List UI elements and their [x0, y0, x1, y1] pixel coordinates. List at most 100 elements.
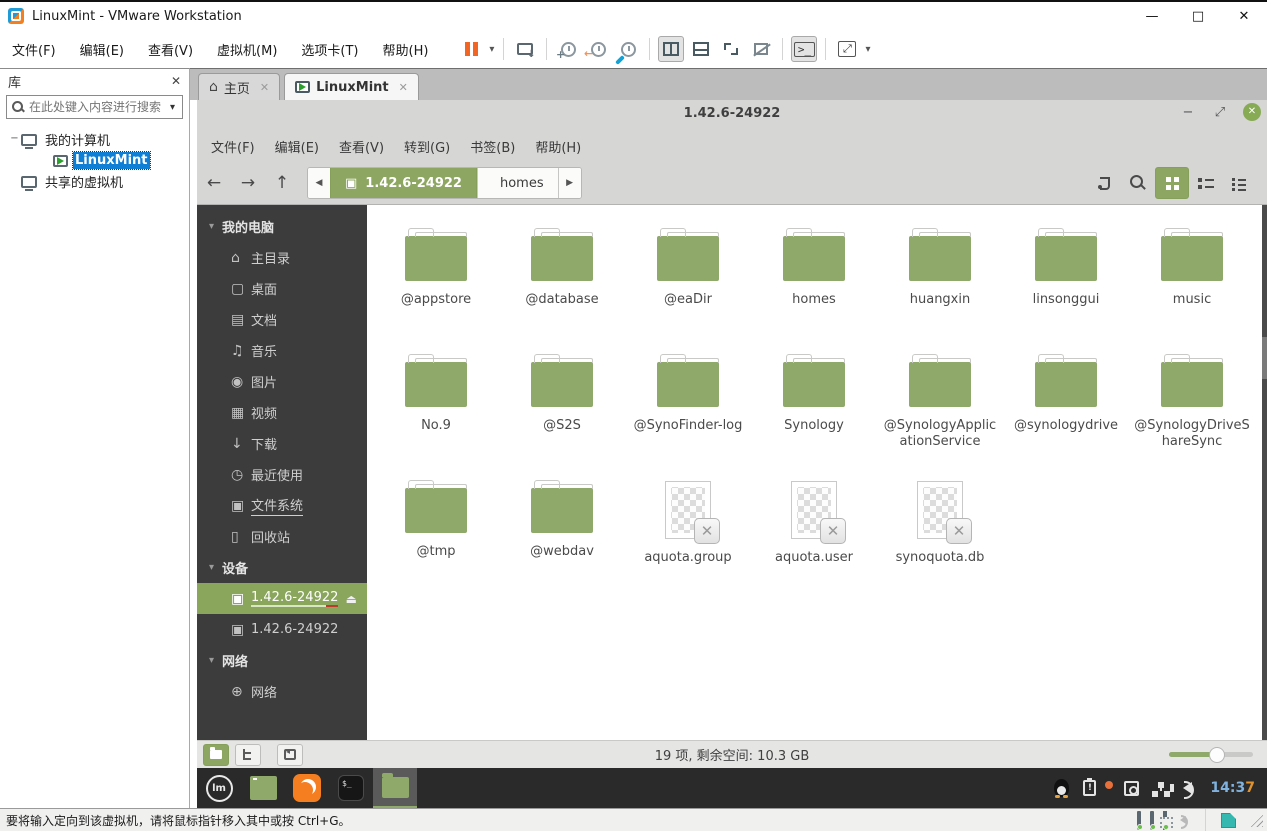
location-entry-button[interactable]	[1087, 167, 1121, 199]
show-thumbnail-bar-button[interactable]	[688, 36, 714, 62]
nemo-sidebar-item[interactable]: ▯ 回收站	[197, 521, 367, 552]
maximize-button[interactable]: □	[1175, 3, 1221, 29]
file-item[interactable]: ✕ linsonggui	[1003, 219, 1129, 345]
minimize-button[interactable]: —	[1129, 3, 1175, 29]
nemo-sidebar-item[interactable]: ▢ 桌面	[197, 273, 367, 304]
nemo-menu-item[interactable]: 书签(B)	[460, 133, 525, 160]
file-item[interactable]: ✕ music	[1129, 219, 1255, 345]
suspend-dropdown[interactable]: ▾	[486, 44, 497, 55]
show-desktop-button[interactable]	[241, 768, 285, 808]
files-window-button[interactable]	[373, 768, 417, 808]
file-item[interactable]: ✕ @SynologyApplicationService	[877, 345, 1003, 471]
nemo-minimize-button[interactable]: −	[1179, 105, 1197, 120]
breadcrumb-prev-button[interactable]: ◀	[308, 168, 330, 198]
file-item[interactable]: ✕ @tmp	[373, 471, 499, 597]
file-item[interactable]: ✕ @database	[499, 219, 625, 345]
removable-media-icon[interactable]	[1124, 781, 1139, 796]
nemo-menu-item[interactable]: 查看(V)	[329, 133, 394, 160]
file-item[interactable]: ✕ @eaDir	[625, 219, 751, 345]
file-pane-scrollbar[interactable]	[1262, 205, 1267, 740]
tab-close-icon[interactable]: ✕	[260, 81, 269, 94]
zoom-slider[interactable]	[1169, 747, 1253, 763]
icon-view-button[interactable]	[1155, 167, 1189, 199]
volume-icon[interactable]	[1183, 782, 1192, 794]
suspend-button[interactable]	[458, 36, 484, 62]
library-search-box[interactable]: ▾	[6, 95, 183, 119]
vmware-menu-item[interactable]: 帮助(H)	[371, 36, 441, 63]
up-button[interactable]: ↑	[265, 168, 299, 198]
nemo-titlebar[interactable]: 1.42.6-24922 − ⤢ ✕	[197, 100, 1267, 130]
nemo-sidebar-item[interactable]: 设备	[197, 552, 367, 583]
file-item[interactable]: ✕ No.9	[373, 345, 499, 471]
file-item[interactable]: ✕ Synology	[751, 345, 877, 471]
file-item[interactable]: ✕ @webdav	[499, 471, 625, 597]
sound-status-icon[interactable]	[1180, 816, 1186, 824]
vmware-tab[interactable]: ⌂ 主页 ✕	[198, 73, 280, 100]
message-log-icon[interactable]	[1221, 813, 1236, 828]
file-item[interactable]: ✕ aquota.group	[625, 471, 751, 597]
file-item[interactable]: ✕ @synologydrive	[1003, 345, 1129, 471]
console-view-button[interactable]: >_	[791, 36, 817, 62]
nemo-sidebar-item[interactable]: 我的电脑	[197, 211, 367, 242]
tab-close-icon[interactable]: ✕	[399, 81, 408, 94]
tree-expander-icon[interactable]: −	[8, 133, 21, 146]
fullscreen-button[interactable]	[718, 36, 744, 62]
forward-button[interactable]: →	[231, 168, 265, 198]
file-item[interactable]: ✕ homes	[751, 219, 877, 345]
clipboard-icon[interactable]: !	[1083, 780, 1096, 796]
file-item[interactable]: ✕ @appstore	[373, 219, 499, 345]
nemo-menu-item[interactable]: 文件(F)	[201, 133, 265, 160]
library-close-button[interactable]: ✕	[171, 74, 181, 88]
tree-expander-icon[interactable]	[40, 154, 53, 167]
stretch-dropdown[interactable]: ▾	[862, 44, 873, 55]
unity-mode-button[interactable]	[748, 36, 774, 62]
vmware-menu-item[interactable]: 编辑(E)	[68, 36, 136, 63]
library-tree-item[interactable]: 共享的虚拟机	[0, 171, 189, 192]
nemo-sidebar-item[interactable]: ⌂ 主目录	[197, 242, 367, 273]
terminal-launcher[interactable]: $_	[329, 768, 373, 808]
nemo-sidebar-item[interactable]: 网络	[197, 645, 367, 676]
nemo-sidebar-item[interactable]: ▣ 1.42.6-24922 ⏏	[197, 583, 367, 614]
hard-disk-status[interactable]	[1137, 813, 1141, 828]
nemo-sidebar-item[interactable]: ↓ 下载	[197, 428, 367, 459]
back-button[interactable]: ←	[197, 168, 231, 198]
show-library-button[interactable]	[658, 36, 684, 62]
file-item[interactable]: ✕ @S2S	[499, 345, 625, 471]
vmware-menu-item[interactable]: 查看(V)	[136, 36, 205, 63]
ctrl-alt-del-button[interactable]	[512, 36, 538, 62]
nemo-menu-item[interactable]: 转到(G)	[394, 133, 460, 160]
hard-disk-2-status[interactable]	[1150, 813, 1154, 828]
eject-icon[interactable]: ⏏	[346, 592, 357, 606]
taskbar-clock[interactable]: 14:37	[1210, 780, 1255, 796]
list-view-button[interactable]	[1189, 167, 1223, 199]
scrollbar-thumb[interactable]	[1262, 337, 1267, 379]
search-options-dropdown[interactable]: ▾	[167, 102, 178, 113]
stretch-guest-button[interactable]: ⤢	[834, 36, 860, 62]
nemo-sidebar-item[interactable]: ♫ 音乐	[197, 335, 367, 366]
library-tree-item[interactable]: LinuxMint	[0, 150, 189, 171]
breadcrumb-segment[interactable]: ▣ 1.42.6-24922	[330, 168, 477, 198]
resize-grip[interactable]	[1249, 813, 1263, 827]
file-pane[interactable]: ✕ @appstore ✕ @database ✕	[367, 205, 1267, 740]
vmware-menu-item[interactable]: 虚拟机(M)	[205, 36, 289, 63]
search-button[interactable]	[1121, 167, 1155, 199]
breadcrumb-next-button[interactable]: ▶	[559, 168, 581, 198]
firefox-launcher[interactable]	[285, 768, 329, 808]
vmware-menu-item[interactable]: 选项卡(T)	[289, 36, 370, 63]
vmware-menu-item[interactable]: 文件(F)	[0, 36, 68, 63]
revert-snapshot-button[interactable]: ←	[585, 36, 611, 62]
nemo-menu-item[interactable]: 编辑(E)	[265, 133, 329, 160]
file-item[interactable]: ✕ aquota.user	[751, 471, 877, 597]
nemo-sidebar-item[interactable]: ⊕ 网络	[197, 676, 367, 707]
vmware-tab[interactable]: LinuxMint ✕	[284, 73, 419, 100]
nemo-sidebar-item[interactable]: ▣ 1.42.6-24922	[197, 614, 367, 645]
tree-expander-icon[interactable]	[8, 175, 21, 188]
manage-snapshots-button[interactable]	[615, 36, 641, 62]
nemo-close-button[interactable]: ✕	[1243, 103, 1261, 121]
nemo-sidebar-item[interactable]: ▣ 文件系统	[197, 490, 367, 521]
library-search-input[interactable]	[29, 100, 167, 114]
nemo-menu-item[interactable]: 帮助(H)	[525, 133, 591, 160]
zoom-slider-handle[interactable]	[1209, 747, 1225, 763]
nemo-sidebar-item[interactable]: ▤ 文档	[197, 304, 367, 335]
vmware-tools-tux-icon[interactable]	[1054, 779, 1069, 797]
